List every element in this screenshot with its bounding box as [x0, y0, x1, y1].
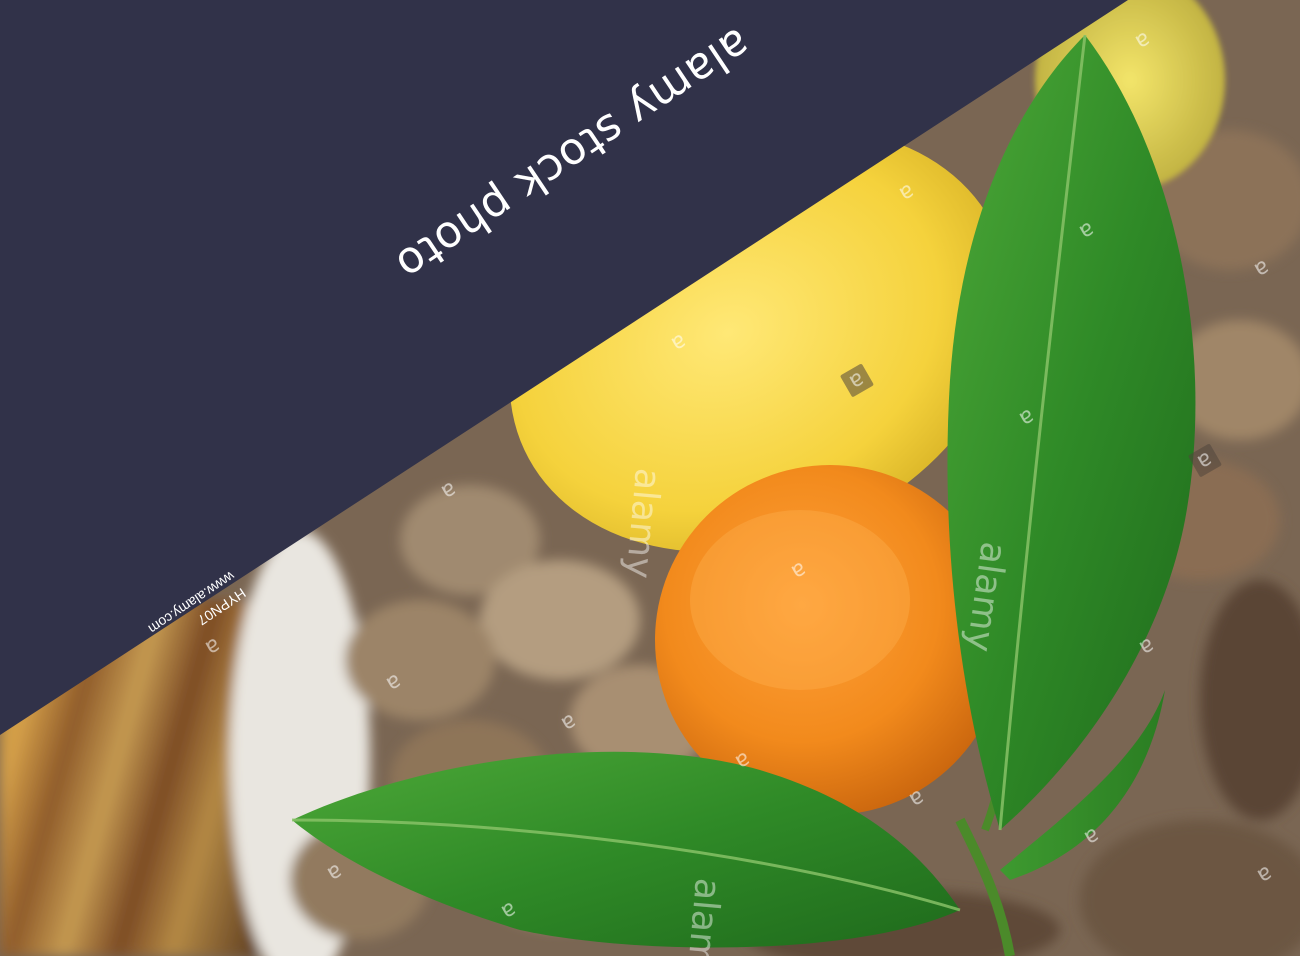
stock-photo: a a a a a a a a a a a a a a a a a a a a …	[0, 0, 1300, 956]
watermark-word: alamy	[677, 876, 728, 956]
